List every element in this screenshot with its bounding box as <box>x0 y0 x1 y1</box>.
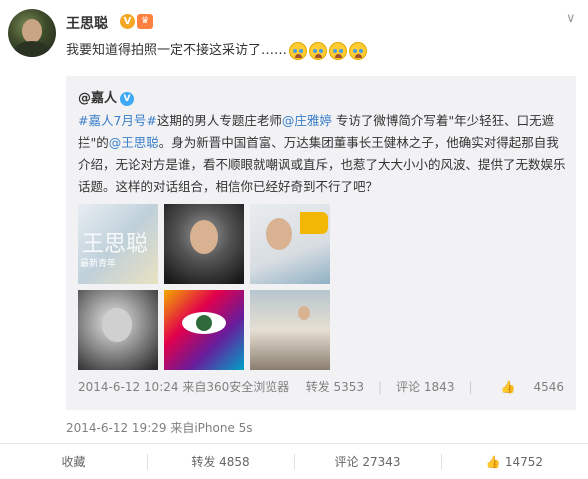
photo-title-text: 王思聪 <box>82 232 149 257</box>
crying-emoji-icon <box>349 41 368 60</box>
photo-thumbnail[interactable] <box>164 204 244 284</box>
avatar-face <box>22 19 42 43</box>
thumbs-up-icon: 👍 <box>485 455 501 469</box>
repost-box: @嘉人 V #嘉人7月号#这期的男人专题庄老师@庄雅婷 专访了微博简介写着"年少轻… <box>66 76 576 410</box>
repost-meta[interactable]: 2014-6-12 10:24 来自360安全浏览器 <box>78 378 289 395</box>
post-text: 我要知道得拍照一定不接这采访了…… <box>66 39 368 60</box>
mention-link[interactable]: @王思聪 <box>109 135 159 150</box>
repost-username[interactable]: @嘉人 <box>78 91 117 106</box>
username[interactable]: 王思聪 <box>66 13 108 33</box>
crying-emoji-icon <box>309 41 328 60</box>
repost-text: 这期的男人专题庄老师 <box>156 113 282 128</box>
post-meta[interactable]: 2014-6-12 19:29 来自iPhone 5s <box>66 419 253 436</box>
verified-badge-icon[interactable]: V <box>120 14 135 29</box>
weibo-post-card: 王思聪 V ♛ ∨ 我要知道得拍照一定不接这采访了…… @嘉人 V #嘉人7月号#… <box>0 0 588 479</box>
thumbs-up-icon: 👍 <box>500 380 516 394</box>
repost-like-count: 4546 <box>533 380 564 394</box>
comment-button[interactable]: 评论 27343 <box>294 444 441 479</box>
avatar[interactable] <box>8 9 56 57</box>
photo-thumbnail[interactable] <box>164 290 244 370</box>
photo-face <box>190 220 218 254</box>
post-text-content: 我要知道得拍照一定不接这采访了…… <box>66 43 288 58</box>
divider: | <box>468 380 473 394</box>
chevron-down-icon[interactable]: ∨ <box>566 11 576 26</box>
avatar-body <box>14 41 50 57</box>
photo-eye <box>182 312 226 334</box>
action-bar: 收藏 转发 4858 评论 27343 👍 14752 <box>0 443 588 479</box>
photo-face <box>266 218 292 250</box>
photo-face <box>102 308 132 342</box>
photo-subtitle-text: 最新青年 <box>80 259 117 269</box>
hashtag-link[interactable]: #嘉人7月号# <box>78 113 157 128</box>
like-count: 14752 <box>504 455 544 469</box>
repost-actions: 转发 5353 | 评论 1843 | 👍 4546 <box>292 378 564 395</box>
crying-emoji-icon <box>329 41 348 60</box>
verified-badge-icon: V <box>120 92 135 106</box>
repost-forward-link[interactable]: 转发 5353 <box>306 380 364 394</box>
divider: | <box>378 380 383 394</box>
repost-like-link[interactable]: 👍 4546 <box>487 380 565 394</box>
repost-body: #嘉人7月号#这期的男人专题庄老师@庄雅婷 专访了微博简介写着"年少轻狂、口无遮… <box>78 110 570 198</box>
photo-thumbnail[interactable]: 王思聪 最新青年 <box>78 204 158 284</box>
forward-button[interactable]: 转发 4858 <box>147 444 294 479</box>
photo-thumbnail[interactable] <box>250 290 330 370</box>
photo-thumbnail[interactable] <box>250 204 330 284</box>
mention-link[interactable]: @庄雅婷 <box>282 113 332 128</box>
like-button[interactable]: 👍 14752 <box>441 444 588 479</box>
favorite-button[interactable]: 收藏 <box>0 444 147 479</box>
crying-emoji-icon <box>289 41 308 60</box>
photo-thumbnail[interactable] <box>78 290 158 370</box>
photo-figure <box>298 306 310 320</box>
megaphone-shape <box>300 212 328 234</box>
member-icon[interactable]: ♛ <box>137 14 153 29</box>
repost-comment-link[interactable]: 评论 1843 <box>396 380 454 394</box>
repost-user[interactable]: @嘉人 V <box>78 87 135 106</box>
